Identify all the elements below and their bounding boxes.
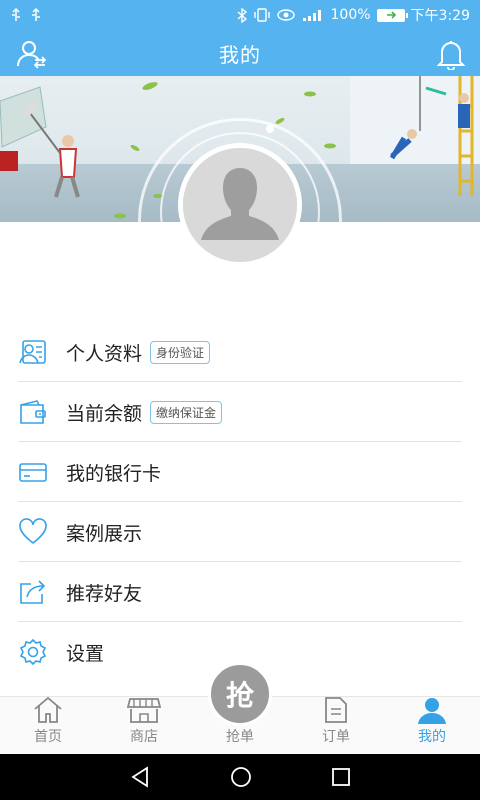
- ring-dot: [266, 125, 274, 133]
- bank-card-icon: [18, 457, 48, 487]
- bluetooth-icon: [237, 7, 247, 23]
- switch-user-icon[interactable]: [16, 38, 48, 70]
- menu-item-recommend[interactable]: 推荐好友: [0, 562, 462, 622]
- verify-badge[interactable]: 身份验证: [150, 340, 211, 364]
- menu-item-profile[interactable]: 个人资料 身份验证: [0, 322, 462, 382]
- menu-label: 案例展示: [66, 522, 143, 545]
- home-circle-icon[interactable]: [230, 766, 252, 788]
- vibrate-icon: [253, 8, 270, 22]
- home-icon: [31, 696, 65, 724]
- wallet-icon: [18, 397, 48, 427]
- menu-label: 我的银行卡: [66, 462, 162, 485]
- menu-item-cases[interactable]: 案例展示: [0, 502, 462, 562]
- nav-mine[interactable]: 我的: [384, 697, 480, 754]
- menu-label: 设置: [66, 642, 105, 665]
- recents-icon[interactable]: [331, 767, 351, 787]
- nav-home[interactable]: 首页: [0, 696, 96, 754]
- deposit-badge[interactable]: 缴纳保证金: [150, 400, 223, 424]
- status-bar: 100% 下午3:29: [0, 0, 480, 30]
- page-title: 我的: [219, 42, 261, 67]
- nav-label: 商店: [130, 729, 158, 745]
- gear-icon: [18, 637, 48, 667]
- menu-label: 当前余额: [66, 402, 143, 425]
- nav-label: 抢单: [226, 729, 254, 745]
- battery-icon: [376, 8, 408, 22]
- clock: 下午3:29: [410, 8, 470, 24]
- menu-list: 个人资料 身份验证 当前余额 缴纳保证金 我的银行卡 案例展示 推荐好友 设置: [0, 322, 480, 682]
- menu-label: 个人资料: [66, 342, 143, 365]
- share-icon: [18, 577, 48, 607]
- profile-card-icon: [18, 337, 48, 367]
- default-avatar-icon: [183, 148, 297, 262]
- menu-item-balance[interactable]: 当前余额 缴纳保证金: [0, 382, 462, 442]
- menu-label: 推荐好友: [66, 582, 143, 605]
- nav-label: 首页: [34, 729, 62, 745]
- user-icon: [415, 696, 449, 724]
- heart-icon: [18, 517, 48, 547]
- signal-icon: [302, 10, 321, 21]
- store-icon: [127, 696, 161, 724]
- bell-icon[interactable]: [436, 38, 466, 71]
- avatar[interactable]: [178, 143, 302, 267]
- nav-label: 我的: [418, 729, 446, 745]
- grab-button[interactable]: 抢: [208, 662, 272, 726]
- menu-item-bank-card[interactable]: 我的银行卡: [0, 442, 462, 502]
- eye-icon: [276, 9, 295, 21]
- order-icon: [319, 696, 353, 724]
- nav-orders[interactable]: 订单: [288, 697, 384, 754]
- battery-percent: 100%: [330, 7, 371, 23]
- usb-icon: [12, 8, 20, 21]
- system-nav-bar: [0, 754, 480, 800]
- nav-label: 订单: [322, 729, 350, 745]
- app-header: 我的: [0, 30, 480, 76]
- back-icon[interactable]: [129, 766, 151, 788]
- usb-icon: [32, 8, 40, 21]
- nav-store[interactable]: 商店: [96, 697, 192, 754]
